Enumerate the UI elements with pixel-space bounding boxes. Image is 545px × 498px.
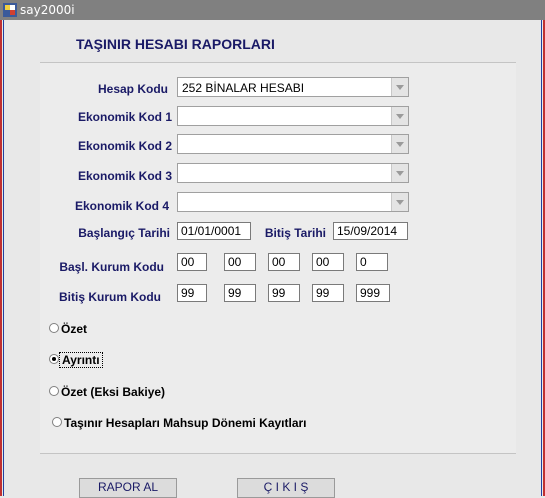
chevron-down-icon [396, 114, 404, 119]
window-frame-right-inner [541, 20, 542, 496]
bitis-tarihi-input[interactable]: 15/09/2014 [333, 222, 408, 240]
ekonomik-kod-3-select[interactable] [177, 163, 409, 183]
basl-kurum-kodu-3-input[interactable]: 00 [268, 253, 300, 271]
window-title: say2000i [20, 3, 75, 17]
bitis-tarihi-label: Bitiş Tarihi [264, 226, 326, 240]
basl-kurum-kodu-5-input[interactable]: 0 [356, 253, 388, 271]
hesap-kodu-select[interactable]: 252 BİNALAR HESABI [177, 77, 409, 97]
hesap-kodu-dropdown-button[interactable] [391, 78, 408, 96]
ekonomik-kod-2-label: Ekonomik Kod 2 [77, 139, 172, 153]
mahsup-donemi-radio[interactable] [52, 417, 62, 427]
ekonomik-kod-4-select[interactable] [177, 192, 409, 212]
window-frame-left [0, 20, 2, 496]
mahsup-donemi-radio-label[interactable]: Taşınır Hesapları Mahsup Dönemi Kayıtlar… [64, 416, 307, 430]
basl-kurum-kodu-4-input[interactable]: 00 [312, 253, 344, 271]
cikis-button[interactable]: Ç I K I Ş [237, 478, 335, 498]
baslangic-tarihi-input[interactable]: 01/01/0001 [177, 222, 251, 240]
ekonomik-kod-1-label: Ekonomik Kod 1 [77, 110, 172, 124]
basl-kurum-kodu-2-input[interactable]: 00 [224, 253, 256, 271]
chevron-down-icon [396, 200, 404, 205]
basl-kurum-kodu-1-input[interactable]: 00 [177, 253, 207, 271]
baslangic-tarihi-label: Başlangıç Tarihi [78, 226, 170, 240]
page-title: TAŞINIR HESABI RAPORLARI [76, 36, 275, 52]
chevron-down-icon [396, 171, 404, 176]
ozet-radio[interactable] [49, 323, 59, 333]
chevron-down-icon [396, 85, 404, 90]
ozet-eksi-bakiye-radio-label[interactable]: Özet (Eksi Bakiye) [61, 385, 165, 399]
bitis-kurum-kodu-4-input[interactable]: 99 [312, 284, 344, 302]
ozet-eksi-bakiye-radio[interactable] [49, 386, 59, 396]
ozet-radio-label[interactable]: Özet [61, 322, 87, 336]
chevron-down-icon [396, 142, 404, 147]
bitis-kurum-kodu-3-input[interactable]: 99 [268, 284, 300, 302]
bitis-kurum-kodu-label: Bitiş Kurum Kodu [59, 290, 161, 304]
hesap-kodu-value: 252 BİNALAR HESABI [182, 81, 305, 95]
ekonomik-kod-2-dropdown-button[interactable] [391, 135, 408, 153]
ekonomik-kod-3-label: Ekonomik Kod 3 [77, 169, 172, 183]
basl-kurum-kodu-label: Başl. Kurum Kodu [59, 260, 164, 274]
ekonomik-kod-2-select[interactable] [177, 134, 409, 154]
app-icon [3, 3, 17, 17]
ayrinti-radio-label[interactable]: Ayrıntı [59, 352, 103, 368]
window-titlebar[interactable]: say2000i [0, 0, 545, 20]
rapor-al-button[interactable]: RAPOR AL [79, 478, 177, 498]
bitis-kurum-kodu-1-input[interactable]: 99 [177, 284, 207, 302]
window-frame-left-inner [3, 20, 4, 496]
ayrinti-radio[interactable] [49, 354, 59, 364]
hesap-kodu-label: Hesap Kodu [97, 82, 168, 96]
bitis-kurum-kodu-2-input[interactable]: 99 [224, 284, 256, 302]
ekonomik-kod-1-dropdown-button[interactable] [391, 107, 408, 125]
ekonomik-kod-4-label: Ekonomik Kod 4 [74, 199, 169, 213]
ekonomik-kod-4-dropdown-button[interactable] [391, 193, 408, 211]
ekonomik-kod-3-dropdown-button[interactable] [391, 164, 408, 182]
bitis-kurum-kodu-5-input[interactable]: 999 [356, 284, 390, 302]
ekonomik-kod-1-select[interactable] [177, 106, 409, 126]
